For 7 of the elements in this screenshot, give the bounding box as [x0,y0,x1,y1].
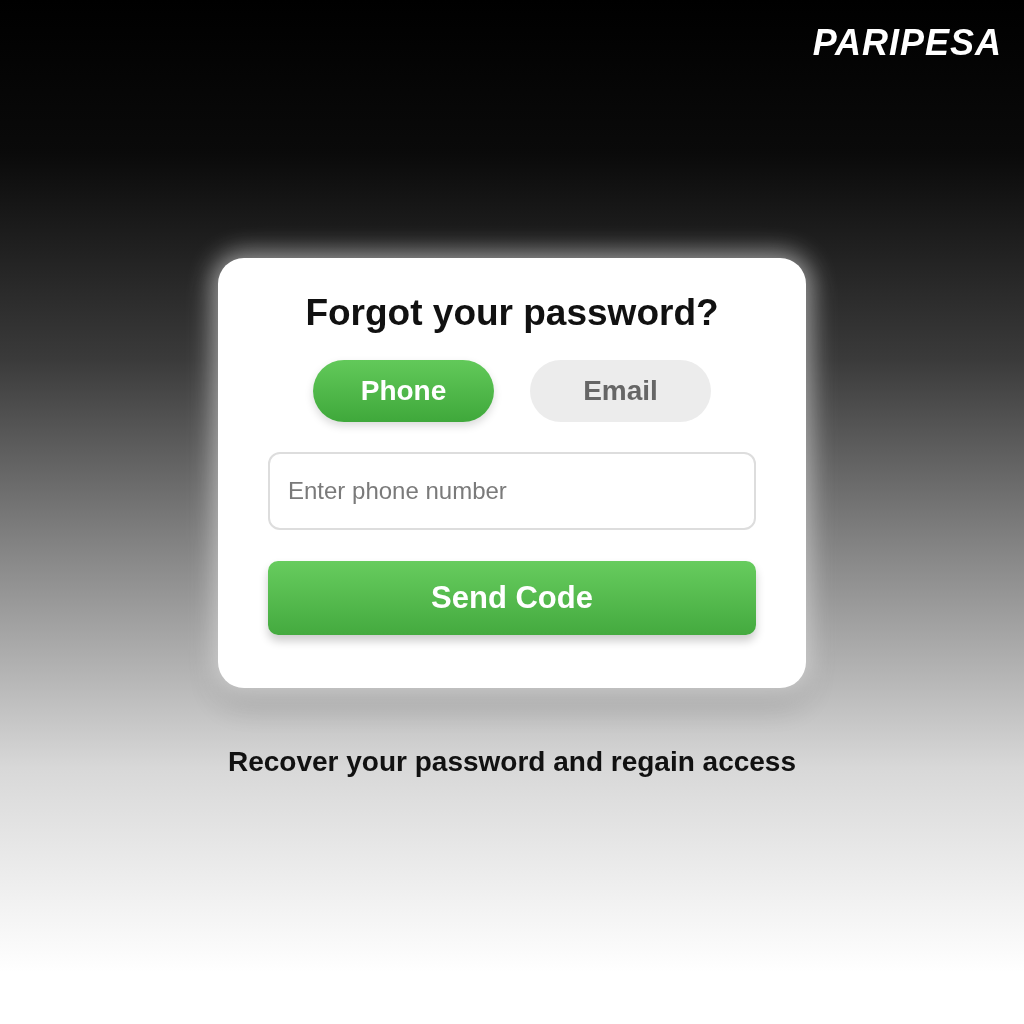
send-code-button[interactable]: Send Code [268,561,756,635]
phone-input-field[interactable]: Enter phone number [268,452,756,530]
caption: Recover your password and regain access [228,746,796,778]
dialog-title: Forgot your password? [305,292,719,334]
logo: PARIPESA [812,22,1002,64]
tab[interactable]: Phone [313,360,494,422]
tab[interactable]: Email [530,360,711,422]
